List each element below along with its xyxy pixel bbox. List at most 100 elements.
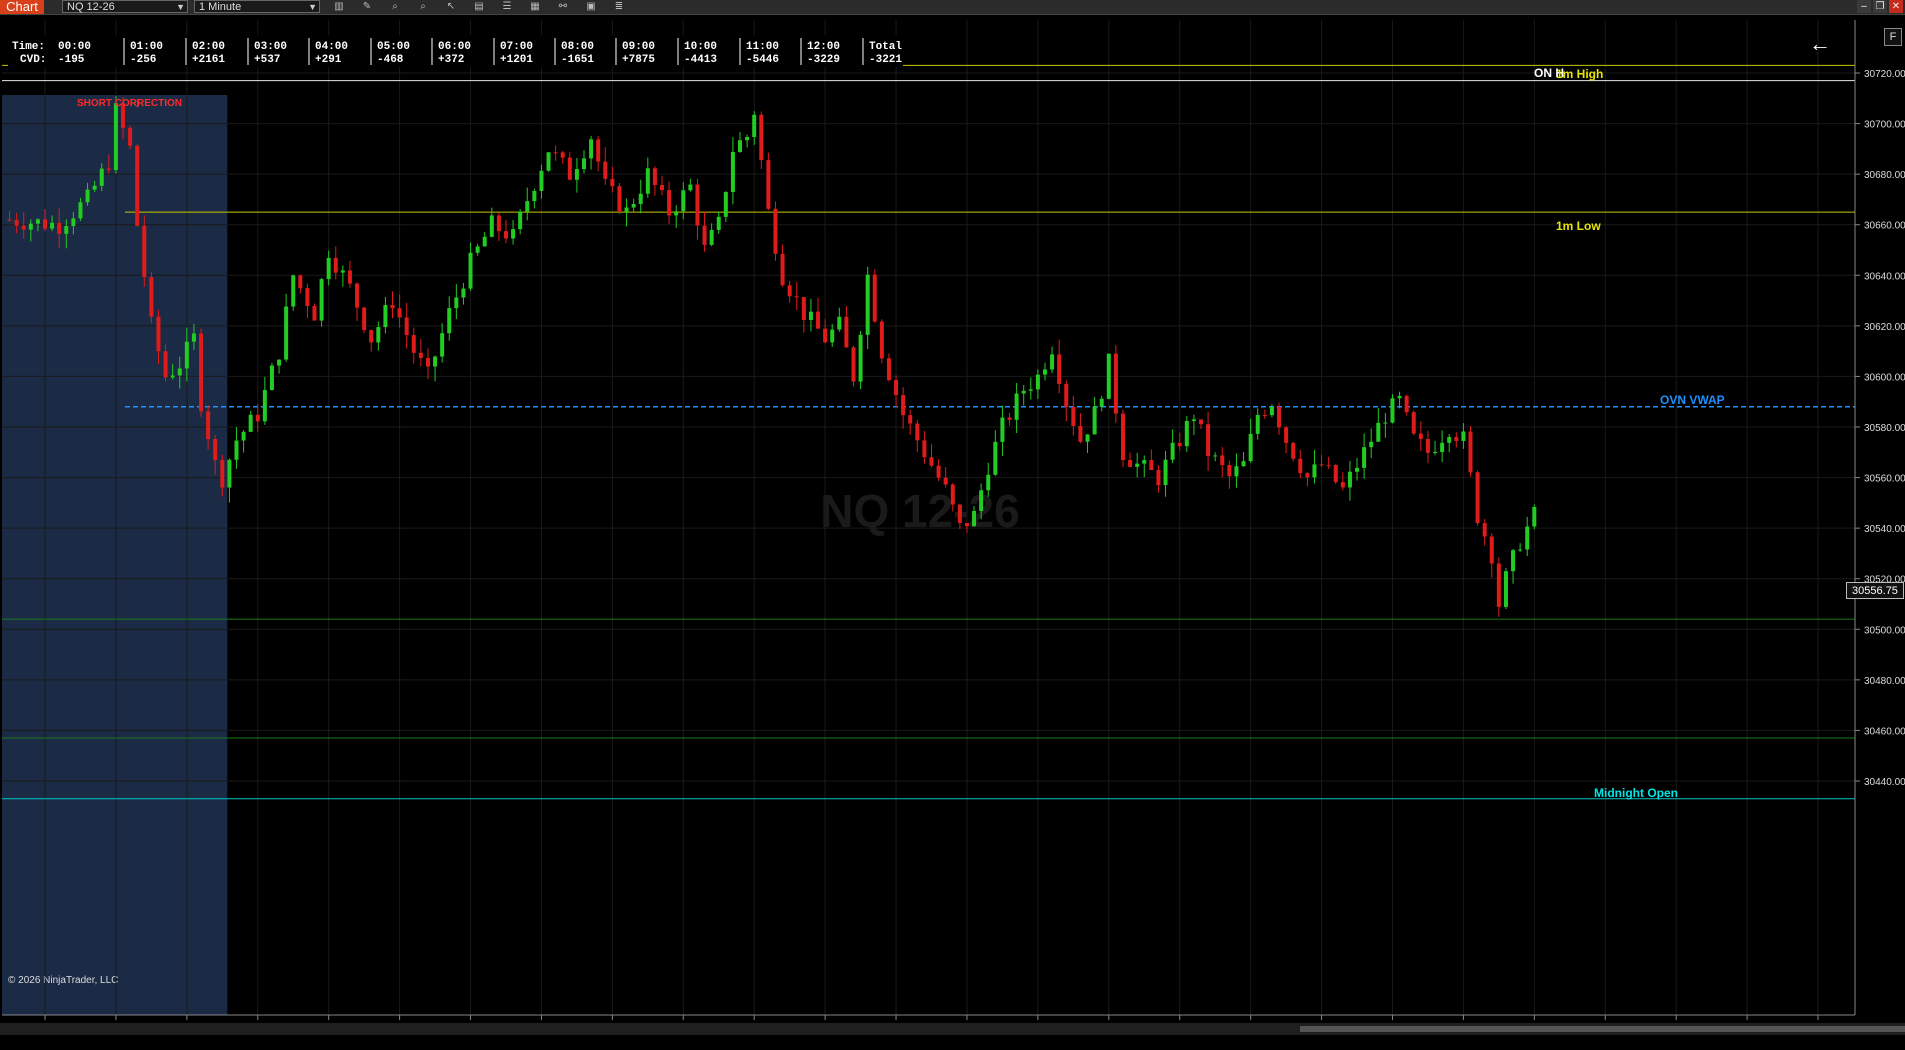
candle-body xyxy=(376,327,381,343)
price-tick-label: 30700.00 xyxy=(1864,120,1905,131)
candle-body xyxy=(1220,455,1225,466)
candle-body xyxy=(1355,467,1360,472)
copyright-text: © 2026 NinjaTrader, LLC xyxy=(8,975,118,986)
candle-body xyxy=(1333,465,1338,483)
candle-body xyxy=(50,222,55,229)
cvd-header: 05:00 xyxy=(377,41,410,53)
candle-body xyxy=(113,103,118,171)
cvd-value: +372 xyxy=(438,54,464,66)
data-box-icon[interactable]: ▤ xyxy=(472,1,486,12)
candle-body xyxy=(1078,425,1083,442)
restore-icon[interactable]: ❐ xyxy=(1873,0,1887,13)
zoom-icon[interactable]: ⌕ xyxy=(388,1,402,12)
candle-body xyxy=(355,283,360,308)
candle-body xyxy=(1404,395,1409,413)
price-axis[interactable]: 30720.00 30700.00 30680.00 30660.00 30640.00… xyxy=(1854,20,1905,1015)
candle-body xyxy=(738,140,743,152)
price-tick-label: 30480.00 xyxy=(1864,676,1905,687)
candle-body xyxy=(801,297,806,320)
candle-body xyxy=(284,306,289,360)
candle-body xyxy=(227,459,232,488)
short-correction-label: SHORT CORRECTION xyxy=(77,98,182,109)
bar-type-icon[interactable]: ▥ xyxy=(332,1,346,12)
candle-body xyxy=(879,321,884,359)
candle-body xyxy=(816,311,821,329)
chevron-down-icon: ▼ xyxy=(308,2,317,12)
candle-body xyxy=(1113,353,1118,414)
candle-body xyxy=(305,288,310,307)
indicators-icon[interactable]: ▦ xyxy=(528,1,542,12)
candle-body xyxy=(589,139,594,159)
candle-body xyxy=(837,316,842,330)
scrollbar-thumb[interactable] xyxy=(1300,1026,1905,1032)
candle-body xyxy=(78,202,83,219)
candle-body xyxy=(298,275,303,289)
1m-high-label: 1m High xyxy=(1556,67,1603,81)
candle-body xyxy=(581,158,586,170)
candle-body xyxy=(638,193,643,204)
candle-body xyxy=(163,351,168,378)
list-icon[interactable]: ≣ xyxy=(612,1,626,12)
close-icon[interactable]: ✕ xyxy=(1889,0,1903,13)
candle-body xyxy=(1014,393,1019,420)
candle-body xyxy=(1099,398,1104,407)
candle-body xyxy=(1007,417,1012,420)
cvd-header: 11:00 xyxy=(746,41,779,53)
templates-icon[interactable]: ▣ xyxy=(584,1,598,12)
draw-tools-icon[interactable]: ✎ xyxy=(360,1,374,12)
candle-body xyxy=(695,184,700,226)
properties-icon[interactable]: ☰ xyxy=(500,1,514,12)
candle-body xyxy=(752,114,757,137)
zoom-out-icon[interactable]: ⌕ xyxy=(416,1,430,12)
cvd-value: +291 xyxy=(315,54,342,66)
candle-body xyxy=(475,246,480,253)
interval-selector[interactable]: 1 Minute ▼ xyxy=(194,0,320,13)
candle-body xyxy=(915,423,920,441)
f-button[interactable]: F xyxy=(1884,28,1902,46)
candle-body xyxy=(1248,433,1253,462)
cvd-value: +7875 xyxy=(622,54,655,66)
candle-body xyxy=(1433,452,1438,454)
cvd-header: 02:00 xyxy=(192,41,225,53)
cvd-header: Total xyxy=(869,41,902,53)
candle-body xyxy=(1305,473,1310,478)
candle-body xyxy=(1255,414,1260,434)
midnight-open-label: Midnight Open xyxy=(1594,786,1678,800)
candle-body xyxy=(518,211,523,230)
cvd-value: +1201 xyxy=(500,54,533,66)
candle-body xyxy=(1525,526,1530,550)
candle-body xyxy=(234,440,239,460)
arrow-left-icon[interactable]: ← xyxy=(1808,32,1832,56)
candle-body xyxy=(1262,414,1267,416)
price-tick-label: 30660.00 xyxy=(1864,221,1905,232)
candle-body xyxy=(326,257,331,280)
candle-body xyxy=(823,328,828,343)
candle-body xyxy=(943,477,948,485)
candle-body xyxy=(440,333,445,357)
candle-body xyxy=(624,207,629,213)
chart-tab[interactable]: Chart xyxy=(0,0,44,14)
candle-body xyxy=(596,139,601,162)
candle-body xyxy=(362,307,367,331)
cvd-header: 08:00 xyxy=(561,41,594,53)
candle-body xyxy=(397,308,402,318)
candle-body xyxy=(1397,395,1402,399)
instrument-selector[interactable]: NQ 12-26 ▼ xyxy=(62,0,188,13)
interval-value: 1 Minute xyxy=(199,1,242,13)
candle-body xyxy=(35,219,40,224)
candle-body xyxy=(262,390,267,422)
minimize-icon[interactable]: – xyxy=(1857,0,1871,13)
candle-body xyxy=(1376,422,1381,442)
candle-body xyxy=(447,308,452,334)
candle-body xyxy=(340,270,345,273)
candle-body xyxy=(745,136,750,141)
candle-body xyxy=(1298,458,1303,474)
price-chart[interactable]: NQ 12-26 © 2026 NinjaTrader, LLC 30720.00… xyxy=(0,15,1905,1050)
candle-body xyxy=(156,316,161,352)
candle-body xyxy=(787,285,792,297)
cvd-header: 04:00 xyxy=(315,41,348,53)
strategies-icon[interactable]: ⚯ xyxy=(556,1,570,12)
candle-body xyxy=(149,277,154,317)
cursor-icon[interactable]: ↖ xyxy=(444,1,458,12)
candle-body xyxy=(1518,549,1523,551)
